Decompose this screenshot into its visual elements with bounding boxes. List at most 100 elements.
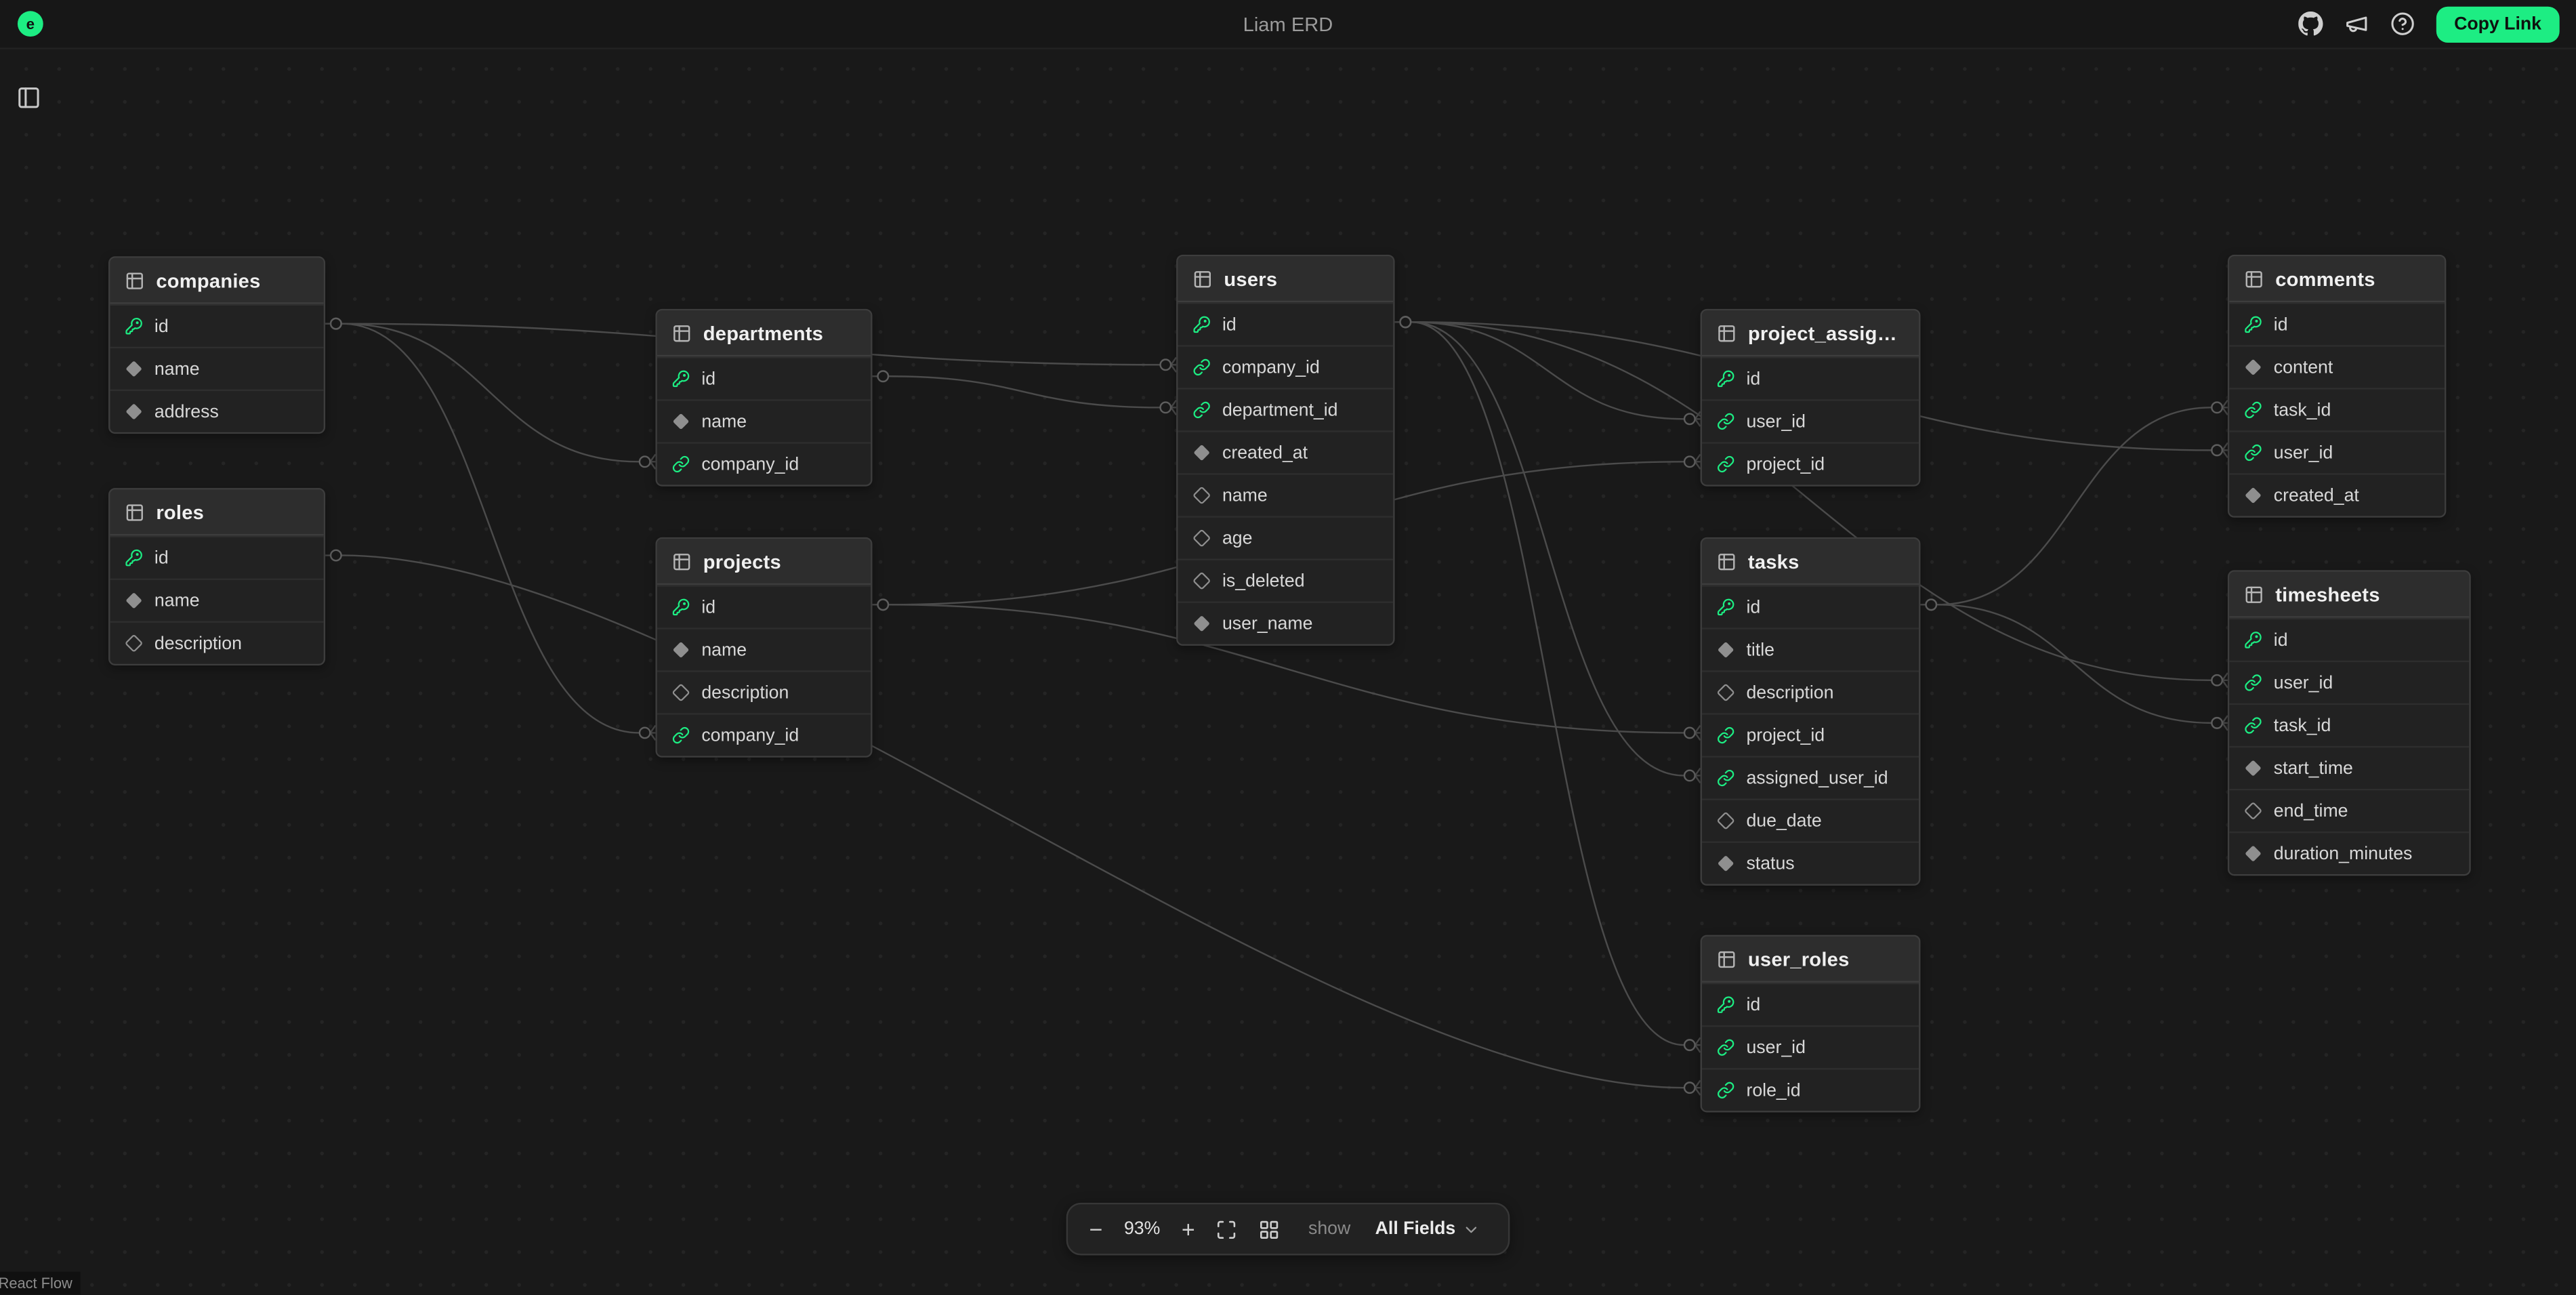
column-name: department_id: [1222, 400, 1338, 419]
react-flow-attribution[interactable]: React Flow: [0, 1272, 81, 1295]
table-tasks[interactable]: tasksidtitledescriptionproject_idassigne…: [1701, 537, 1921, 886]
zoom-in-button[interactable]: +: [1178, 1218, 1199, 1241]
column-users-name[interactable]: name: [1178, 473, 1394, 516]
fields-filter-dropdown[interactable]: All Fields: [1365, 1218, 1490, 1241]
table-project_assignments[interactable]: project_assignme...iduser_idproject_id: [1701, 309, 1921, 487]
help-icon[interactable]: [2390, 12, 2415, 36]
column-name: created_at: [2274, 485, 2359, 505]
table-name: timesheets: [2275, 583, 2380, 606]
column-users-department_id[interactable]: department_id: [1178, 388, 1394, 430]
column-roles-id[interactable]: id: [110, 535, 323, 578]
key-icon: [672, 370, 690, 388]
link-icon: [672, 726, 690, 745]
column-projects-id[interactable]: id: [657, 585, 871, 628]
table-icon: [1717, 551, 1737, 571]
column-departments-name[interactable]: name: [657, 399, 871, 442]
table-roles[interactable]: rolesidnamedescription: [108, 488, 325, 665]
table-name: project_assignme...: [1748, 321, 1904, 344]
table-header[interactable]: comments: [2229, 256, 2445, 302]
column-name: user_name: [1222, 614, 1312, 634]
column-timesheets-duration_minutes[interactable]: duration_minutes: [2229, 831, 2469, 874]
column-users-age[interactable]: age: [1178, 516, 1394, 558]
column-timesheets-start_time[interactable]: start_time: [2229, 746, 2469, 789]
column-project_assignments-id[interactable]: id: [1702, 356, 1919, 399]
column-timesheets-id[interactable]: id: [2229, 618, 2469, 661]
table-user_roles[interactable]: user_rolesiduser_idrole_id: [1701, 935, 1921, 1113]
column-users-id[interactable]: id: [1178, 302, 1394, 345]
table-header[interactable]: projects: [657, 539, 871, 585]
column-name: name: [701, 640, 747, 659]
column-name: name: [154, 359, 200, 379]
table-header[interactable]: users: [1178, 256, 1394, 302]
column-comments-user_id[interactable]: user_id: [2229, 430, 2445, 473]
column-tasks-due_date[interactable]: due_date: [1702, 798, 1919, 841]
column-name: id: [2274, 630, 2288, 650]
svg-text:e: e: [26, 16, 35, 33]
table-timesheets[interactable]: timesheets id user_idtask_idstart_timeend_…: [2228, 570, 2471, 876]
column-projects-description[interactable]: description: [657, 670, 871, 713]
sidebar-toggle-button[interactable]: [13, 82, 44, 113]
liam-logo-icon[interactable]: e: [16, 10, 44, 38]
zoom-out-button[interactable]: −: [1086, 1218, 1106, 1241]
github-icon[interactable]: [2298, 12, 2323, 36]
column-name: address: [154, 402, 219, 422]
table-users[interactable]: usersidcompany_id department_id created_at…: [1176, 255, 1394, 646]
key-icon: [1192, 316, 1211, 334]
copy-link-button[interactable]: Copy Link: [2436, 5, 2559, 41]
link-icon: [1717, 455, 1735, 474]
column-departments-company_id[interactable]: company_id: [657, 442, 871, 485]
column-companies-id[interactable]: id: [110, 304, 323, 347]
column-name: duration_minutes: [2274, 844, 2413, 863]
column-comments-id[interactable]: id: [2229, 302, 2445, 345]
column-users-created_at[interactable]: created_at: [1178, 430, 1394, 473]
key-icon: [1717, 995, 1735, 1014]
table-header[interactable]: project_assignme...: [1702, 310, 1919, 356]
erd-canvas[interactable]: companiesidnameaddressrolesidnamedescrip…: [0, 0, 2576, 1295]
table-header[interactable]: departments: [657, 310, 871, 356]
column-projects-name[interactable]: name: [657, 628, 871, 670]
column-companies-name[interactable]: name: [110, 347, 323, 390]
column-companies-address[interactable]: address: [110, 390, 323, 432]
table-projects[interactable]: projectsid name descriptioncompany_id: [655, 537, 872, 758]
column-tasks-title[interactable]: title: [1702, 628, 1919, 670]
column-projects-company_id[interactable]: company_id: [657, 713, 871, 756]
column-tasks-project_id[interactable]: project_id: [1702, 713, 1919, 756]
column-comments-created_at[interactable]: created_at: [2229, 473, 2445, 516]
diamond-filled-icon: [1717, 855, 1735, 873]
column-user_roles-id[interactable]: id: [1702, 983, 1919, 1025]
column-timesheets-end_time[interactable]: end_time: [2229, 789, 2469, 831]
column-users-is_deleted[interactable]: is_deleted: [1178, 558, 1394, 601]
table-comments[interactable]: commentsidcontenttask_iduser_id created_a…: [2228, 255, 2446, 518]
table-companies[interactable]: companiesid name address: [108, 256, 325, 434]
diamond-filled-icon: [1192, 615, 1211, 633]
column-tasks-id[interactable]: id: [1702, 585, 1919, 628]
column-tasks-status[interactable]: status: [1702, 841, 1919, 884]
fit-view-button[interactable]: [1213, 1218, 1241, 1240]
column-roles-name[interactable]: name: [110, 578, 323, 621]
column-name: id: [701, 369, 715, 388]
column-users-user_name[interactable]: user_name: [1178, 601, 1394, 644]
table-header[interactable]: roles: [110, 490, 323, 536]
column-roles-description[interactable]: description: [110, 621, 323, 664]
column-name: status: [1746, 854, 1794, 873]
column-user_roles-user_id[interactable]: user_id: [1702, 1025, 1919, 1068]
column-comments-task_id[interactable]: task_id: [2229, 388, 2445, 430]
column-project_assignments-project_id[interactable]: project_id: [1702, 442, 1919, 485]
table-header[interactable]: tasks: [1702, 539, 1919, 585]
column-tasks-description[interactable]: description: [1702, 670, 1919, 713]
column-timesheets-task_id[interactable]: task_id: [2229, 703, 2469, 746]
table-header[interactable]: companies: [110, 258, 323, 304]
table-departments[interactable]: departments id namecompany_id: [655, 309, 872, 487]
tidy-up-icon[interactable]: [1255, 1218, 1283, 1240]
column-project_assignments-user_id[interactable]: user_id: [1702, 399, 1919, 442]
column-tasks-assigned_user_id[interactable]: assigned_user_id: [1702, 756, 1919, 798]
table-header[interactable]: user_roles: [1702, 937, 1919, 983]
column-users-company_id[interactable]: company_id: [1178, 345, 1394, 388]
megaphone-icon[interactable]: [2344, 12, 2369, 36]
column-timesheets-user_id[interactable]: user_id: [2229, 661, 2469, 703]
column-departments-id[interactable]: id: [657, 356, 871, 399]
column-comments-content[interactable]: content: [2229, 345, 2445, 388]
column-user_roles-role_id[interactable]: role_id: [1702, 1068, 1919, 1111]
link-icon: [1717, 413, 1735, 431]
table-header[interactable]: timesheets: [2229, 572, 2469, 618]
